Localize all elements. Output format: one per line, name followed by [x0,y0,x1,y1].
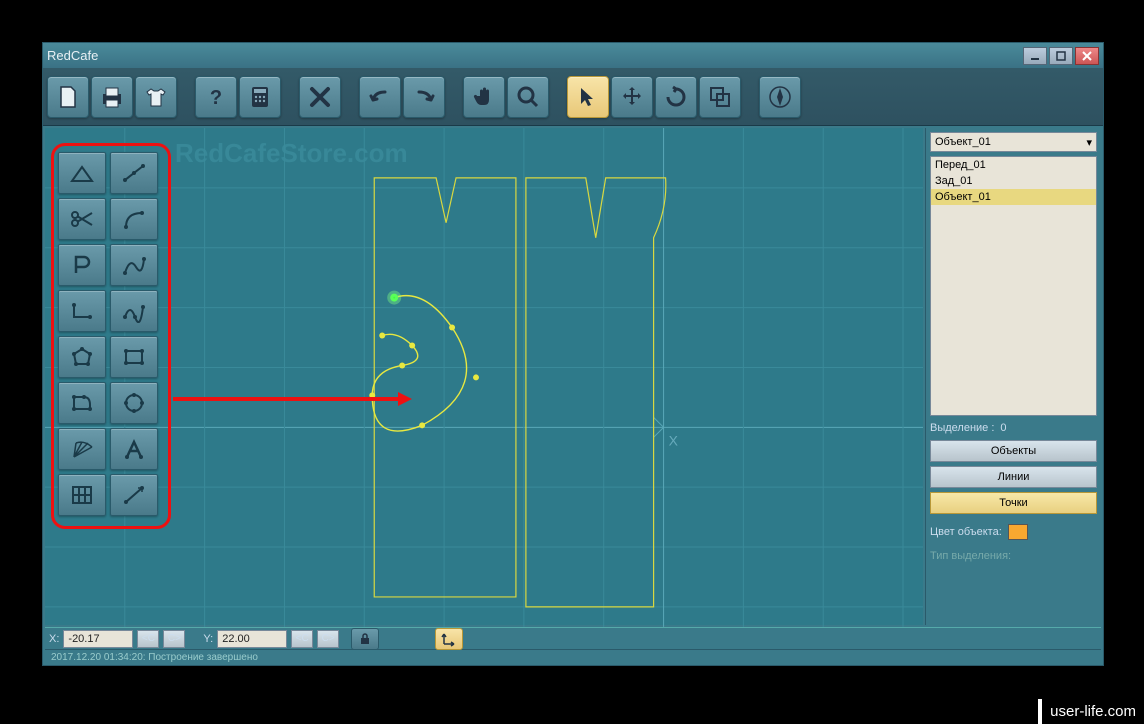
y-field[interactable]: 22.00 [217,630,287,648]
list-item[interactable]: Перед_01 [931,157,1096,173]
objects-tab[interactable]: Объекты [930,440,1097,462]
y-center-right[interactable]: C> [317,630,339,648]
tool-palette [51,143,171,529]
main-toolbar: ? [43,68,1103,126]
text-tool[interactable] [110,428,158,470]
brand-watermark: user-life.com [1038,699,1144,724]
selection-type-label: Тип выделения: [930,550,1097,562]
undo-button[interactable] [359,76,401,118]
rotate-button[interactable] [655,76,697,118]
shape-tool[interactable] [58,382,106,424]
circle-tool[interactable] [110,382,158,424]
close-button[interactable] [1075,47,1099,65]
lock-button[interactable] [351,628,379,650]
right-panel: Объект_01 ▾ Перед_01 Зад_01 Объект_01 Вы… [925,128,1101,625]
scissors-tool[interactable] [58,198,106,240]
scale-button[interactable] [699,76,741,118]
compass-button[interactable] [759,76,801,118]
y-label: Y: [203,633,213,645]
grid-tool[interactable] [58,474,106,516]
color-label: Цвет объекта: [930,526,1002,538]
triangle-tool[interactable] [58,152,106,194]
line-points-tool[interactable] [110,152,158,194]
drawing-canvas[interactable]: X [45,128,923,627]
pattern-front [374,178,516,597]
rectangle-tool[interactable] [110,336,158,378]
app-title: RedCafe [47,48,98,63]
list-item[interactable]: Зад_01 [931,173,1096,189]
dropdown-value: Объект_01 [935,136,991,148]
color-swatch[interactable] [1008,524,1028,540]
grid: X [45,128,923,627]
pattern-back [526,178,666,607]
new-file-button[interactable] [47,76,89,118]
canvas-area[interactable]: RedCafeStore.com X [45,128,923,625]
polygon-tool[interactable] [58,336,106,378]
chevron-down-icon: ▾ [1086,136,1092,149]
axis-button[interactable] [435,628,463,650]
delete-button[interactable] [299,76,341,118]
calculator-button[interactable] [239,76,281,118]
print-button[interactable] [91,76,133,118]
x-field[interactable]: -20.17 [63,630,133,648]
diagonal-tool[interactable] [110,474,158,516]
object-dropdown[interactable]: Объект_01 ▾ [930,132,1097,152]
app-window: RedCafe ? Сброс RedCafeStore.com [42,42,1104,666]
shirt-button[interactable] [135,76,177,118]
pan-button[interactable] [463,76,505,118]
status-message: 2017.12.20 01:34:20: Построение завершен… [45,649,1101,665]
titlebar: RedCafe [43,43,1103,68]
points-tab[interactable]: Точки [930,492,1097,514]
x-center-right[interactable]: C> [163,630,185,648]
p-tool[interactable] [58,244,106,286]
svg-text:?: ? [210,87,222,109]
move-button[interactable] [611,76,653,118]
object-list[interactable]: Перед_01 Зад_01 Объект_01 [930,156,1097,416]
statusbar: X: -20.17 <C C> Y: 22.00 <C C> 2017.12.2… [45,627,1101,663]
svg-text:X: X [669,432,679,448]
arc-tool[interactable] [110,198,158,240]
lines-tab[interactable]: Линии [930,466,1097,488]
corner-tool[interactable] [58,290,106,332]
redo-button[interactable] [403,76,445,118]
help-button[interactable]: ? [195,76,237,118]
spline-tool[interactable] [110,290,158,332]
fan-tool[interactable] [58,428,106,470]
selection-count: Выделение :0 [930,420,1097,436]
x-center-left[interactable]: <C [137,630,159,648]
y-center-left[interactable]: <C [291,630,313,648]
curve-tool[interactable] [110,244,158,286]
maximize-button[interactable] [1049,47,1073,65]
drawn-curve[interactable] [369,294,479,431]
x-label: X: [49,633,59,645]
minimize-button[interactable] [1023,47,1047,65]
cursor-button[interactable] [567,76,609,118]
list-item[interactable]: Объект_01 [931,189,1096,205]
zoom-button[interactable] [507,76,549,118]
